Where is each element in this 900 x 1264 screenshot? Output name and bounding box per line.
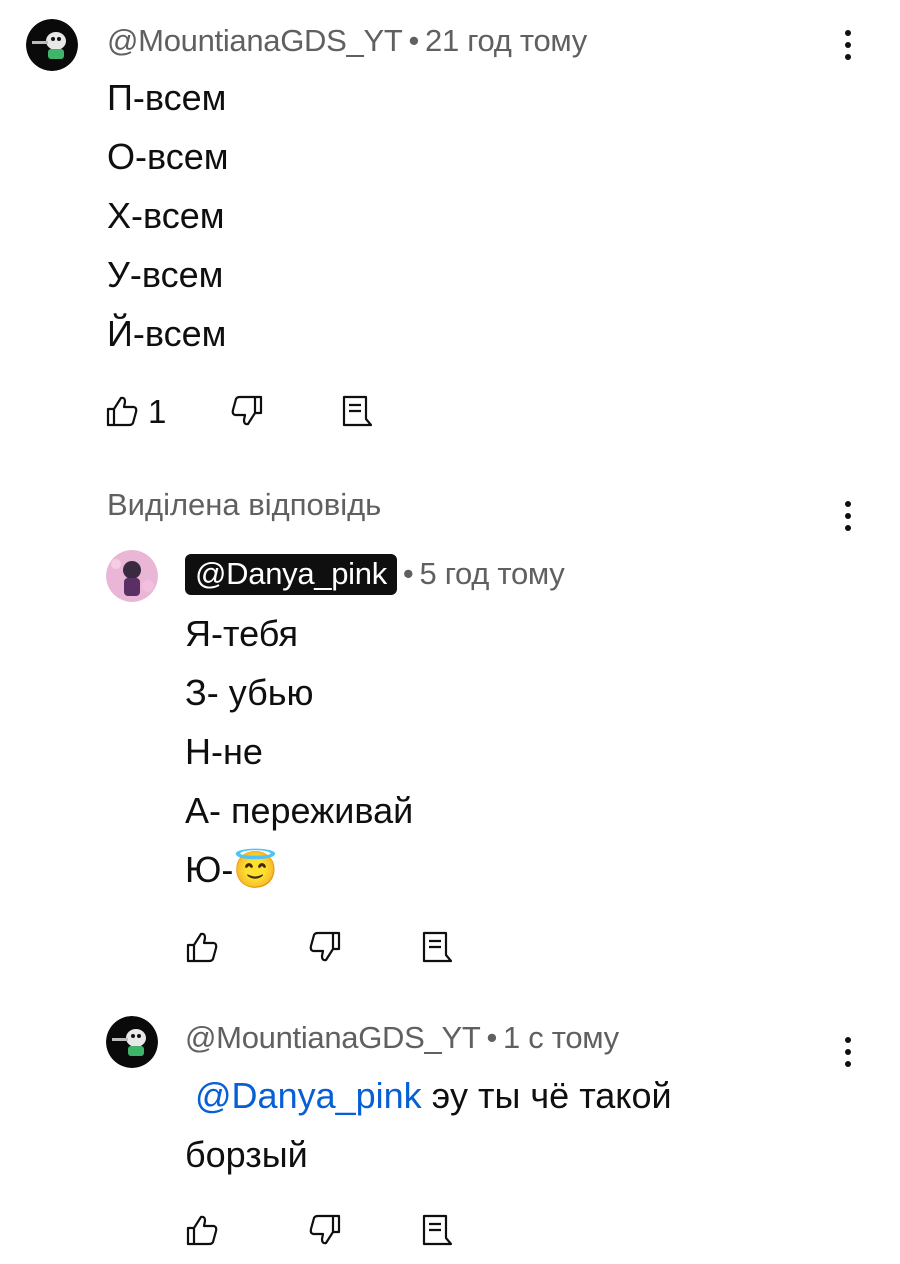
more-vertical-icon[interactable] — [838, 499, 858, 533]
reply-comment-icon[interactable] — [338, 394, 372, 428]
featured-reply-label: Виділена відповідь — [107, 487, 382, 522]
user-mention-link[interactable]: @Danya_pink — [195, 1075, 422, 1116]
thumb-down-icon[interactable] — [308, 1213, 342, 1247]
comment-line: Н-не — [185, 731, 263, 772]
reply-comment-icon[interactable] — [418, 930, 452, 964]
more-vertical-icon[interactable] — [838, 1035, 858, 1069]
avatar-mountiana[interactable] — [106, 1016, 158, 1068]
comment-line: П-всем — [107, 77, 227, 118]
comment-line-text: эу ты чё такой — [421, 1075, 672, 1116]
comment-author[interactable]: @MountianaGDS_YT — [107, 23, 403, 58]
comment-text: Я-тебя З- убью Н-не А- переживай Ю-😇 — [185, 604, 413, 899]
thumb-up-icon[interactable] — [185, 1213, 219, 1247]
meta-separator: • — [486, 1020, 498, 1055]
thumb-up-icon[interactable] — [105, 394, 139, 428]
comment-line: У-всем — [107, 254, 224, 295]
comment-line: О-всем — [107, 136, 229, 177]
comment-line-text: Ю- — [185, 849, 234, 890]
avatar-mountiana[interactable] — [26, 19, 78, 71]
comment-line: Ю-😇 — [185, 840, 413, 899]
comment-time: 1 с тому — [503, 1020, 619, 1055]
reply-comment-icon[interactable] — [418, 1213, 452, 1247]
comment-author-chip[interactable]: @Danya_pink — [185, 554, 397, 595]
comment-line: Й-всем — [107, 313, 227, 354]
avatar-danya[interactable] — [106, 550, 158, 602]
comment-time: 5 год тому — [419, 556, 565, 591]
comment-line: борзый — [185, 1134, 308, 1175]
comment-author[interactable]: @MountianaGDS_YT — [185, 1020, 481, 1055]
like-count: 1 — [148, 393, 167, 430]
comment-text: @Danya_pink эу ты чё такой борзый — [185, 1066, 672, 1184]
comment-line: Х-всем — [107, 195, 225, 236]
comment-line: З- убью — [185, 672, 314, 713]
meta-separator: • — [402, 556, 414, 591]
comment-line: @Danya_pink эу ты чё такой — [185, 1066, 672, 1125]
thumb-down-icon[interactable] — [308, 930, 342, 964]
halo-smile-emoji: 😇 — [233, 849, 279, 890]
comment-meta: @Danya_pink • 5 год тому — [185, 554, 565, 595]
comment-meta: @MountianaGDS_YT • 1 с тому — [185, 1020, 619, 1056]
comment-line: А- переживай — [185, 790, 414, 831]
thumb-down-icon[interactable] — [230, 394, 264, 428]
thumb-up-icon[interactable] — [185, 930, 219, 964]
comment-text: П-всем О-всем Х-всем У-всем Й-всем — [107, 68, 228, 363]
comment-time: 21 год тому — [425, 23, 587, 58]
meta-separator: • — [408, 23, 420, 58]
comment-meta: @MountianaGDS_YT • 21 год тому — [107, 23, 587, 59]
comment-line: Я-тебя — [185, 613, 299, 654]
more-vertical-icon[interactable] — [838, 28, 858, 62]
